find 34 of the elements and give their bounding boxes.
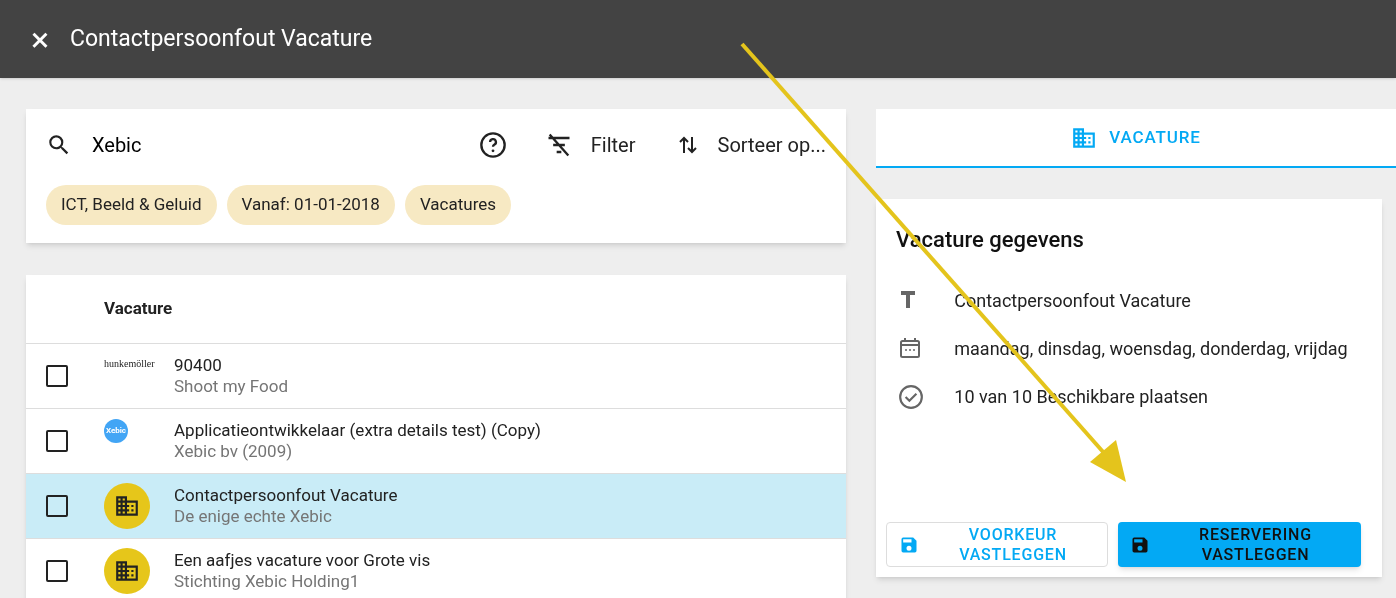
row-subtitle: Stichting Xebic Holding1 — [174, 571, 361, 592]
help-icon[interactable] — [478, 131, 507, 159]
checkbox[interactable] — [46, 495, 68, 517]
text-icon — [898, 288, 918, 308]
table-row[interactable]: Een aafjes vacature voor Grote vis Stichting Xebic Holding1 — [26, 539, 846, 598]
building-icon — [114, 558, 140, 584]
column-header: Vacature — [104, 297, 173, 321]
table-row[interactable]: hunkemöller 90400 Shoot my Food — [26, 344, 846, 409]
row-subtitle: Shoot my Food — [174, 376, 288, 397]
sort-button[interactable]: Sorteer op... — [675, 130, 826, 160]
row-subtitle: De enige echte Xebic — [174, 506, 333, 527]
close-button[interactable]: × — [28, 22, 52, 56]
filter-chip[interactable]: ICT, Beeld & Geluid — [46, 185, 217, 225]
row-title: 90400 — [174, 355, 223, 376]
calendar-icon — [898, 336, 922, 360]
filter-button[interactable]: Filter — [544, 130, 636, 160]
filter-chip[interactable]: Vanaf: 01-01-2018 — [226, 185, 395, 225]
table-row[interactable]: Xebic Applicatieontwikkelaar (extra details test) (Copy) Xebic bv (2009) — [26, 409, 846, 474]
building-icon — [114, 493, 140, 519]
checkbox[interactable] — [46, 365, 68, 387]
search-field[interactable]: Xebic — [92, 130, 432, 160]
row-subtitle: Xebic bv (2009) — [174, 441, 294, 462]
checkbox[interactable] — [46, 430, 68, 452]
row-title: Applicatieontwikkelaar (extra details test) (Copy) — [174, 420, 541, 441]
window-title: Contactpersoonfout Vacature — [70, 23, 373, 54]
company-logo: Xebic — [104, 419, 128, 443]
save-button[interactable]: RESERVERING VASTLEGGEN — [1118, 522, 1361, 567]
checkbox[interactable] — [46, 560, 68, 582]
row-title: Een aafjes vacature voor Grote vis — [174, 550, 431, 571]
row-title: Contactpersoonfout Vacature — [174, 485, 398, 506]
check-circle-icon — [898, 384, 924, 410]
filter-chip[interactable]: Vacatures — [404, 185, 512, 225]
company-logo: hunkemöller — [104, 357, 155, 371]
table-row[interactable]: Contactpersoonfout Vacature De enige echte Xebic — [26, 474, 846, 539]
